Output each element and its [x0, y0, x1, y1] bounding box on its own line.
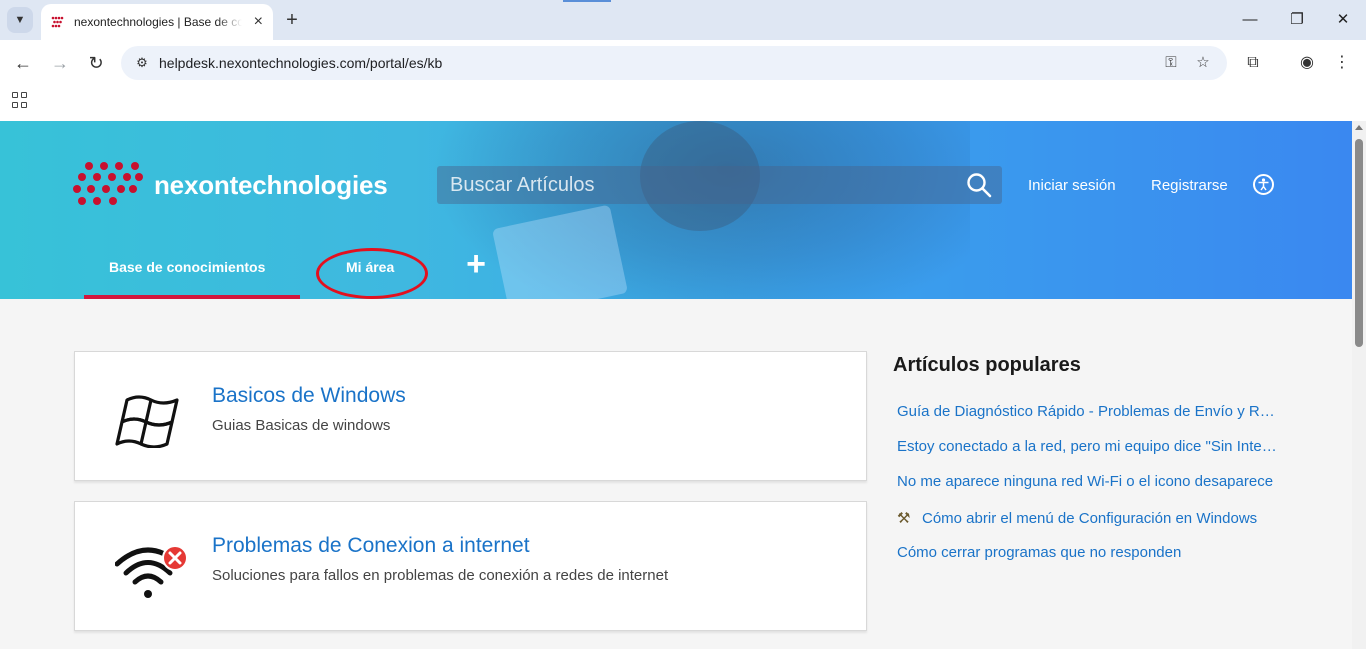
tab-loading-indicator [563, 0, 611, 2]
card-title[interactable]: Problemas de Conexion a internet [212, 534, 530, 558]
tools-icon: ⚒ [897, 510, 911, 527]
minimize-icon[interactable]: — [1238, 8, 1262, 32]
card-title[interactable]: Basicos de Windows [212, 384, 406, 408]
popular-article-link[interactable]: Guía de Diagnóstico Rápido - Problemas d… [897, 403, 1277, 420]
popular-article-link[interactable]: ⚒ Cómo abrir el menú de Configuración en … [897, 509, 1277, 527]
bookmarks-bar [0, 86, 1366, 121]
wifi-error-icon [114, 538, 188, 598]
forward-arrow-icon[interactable]: → [48, 51, 72, 75]
category-card-windows[interactable]: Basicos de Windows Guias Basicas de wind… [74, 351, 867, 481]
site-favicon-icon [51, 15, 65, 29]
scroll-thumb[interactable] [1355, 139, 1363, 347]
search-bar [437, 166, 1002, 204]
search-input[interactable] [437, 173, 947, 197]
site-logo[interactable]: nexontechnologies [73, 160, 388, 210]
card-description: Soluciones para fallos en problemas de c… [212, 567, 669, 584]
tab-knowledge-base[interactable]: Base de conocimientos [109, 259, 265, 275]
tab-search-button[interactable]: ▼ [7, 7, 33, 33]
popular-article-link[interactable]: No me aparece ninguna red Wi-Fi o el ico… [897, 473, 1277, 490]
add-plus-icon[interactable]: + [460, 247, 492, 281]
logo-dots-icon [73, 160, 143, 210]
chevron-down-icon: ▼ [14, 14, 26, 26]
star-icon[interactable]: ☆ [1193, 53, 1213, 73]
popular-article-label: Cómo abrir el menú de Configuración en W… [922, 510, 1258, 527]
browser-tab[interactable]: nexontechnologies | Base de conocimiento… [41, 4, 273, 40]
annotation-highlight-ellipse [316, 248, 428, 299]
hero-banner: nexontechnologies Iniciar sesión Registr… [0, 121, 1352, 299]
restore-icon[interactable]: ❐ [1285, 8, 1309, 32]
register-link[interactable]: Registrarse [1151, 177, 1228, 194]
reload-icon[interactable]: ↻ [84, 51, 108, 75]
popular-article-link[interactable]: Cómo cerrar programas que no responden [897, 544, 1277, 561]
page-viewport: nexontechnologies Iniciar sesión Registr… [0, 121, 1352, 649]
page-scrollbar[interactable] [1352, 121, 1366, 649]
logo-text: nexontechnologies [154, 169, 388, 200]
scroll-up-arrow-icon[interactable] [1355, 125, 1363, 130]
tab-title: nexontechnologies | Base de conocimiento… [74, 15, 242, 29]
accessibility-icon[interactable] [1253, 174, 1274, 195]
profile-icon[interactable]: ◉ [1295, 51, 1319, 75]
new-tab-button[interactable]: + [281, 9, 303, 31]
window-close-icon[interactable]: ✕ [1331, 8, 1355, 32]
address-bar[interactable]: ⚙ helpdesk.nexontechnologies.com/portal/… [121, 46, 1227, 80]
login-link[interactable]: Iniciar sesión [1028, 177, 1116, 194]
apps-grid-icon[interactable] [12, 92, 28, 108]
popular-articles-heading: Artículos populares [893, 354, 1081, 376]
tab-close-icon[interactable]: × [254, 14, 263, 30]
active-tab-underline [84, 295, 300, 299]
card-description: Guias Basicas de windows [212, 417, 391, 434]
url-text: helpdesk.nexontechnologies.com/portal/es… [159, 55, 443, 71]
browser-toolbar: ← → ↻ ⚙ helpdesk.nexontechnologies.com/p… [0, 40, 1366, 86]
popular-article-link[interactable]: Estoy conectado a la red, pero mi equipo… [897, 438, 1277, 455]
menu-kebab-icon[interactable]: ⋮ [1330, 51, 1354, 75]
back-arrow-icon[interactable]: ← [11, 51, 35, 75]
extensions-icon[interactable]: ⧉ [1241, 51, 1265, 75]
windows-logo-icon [115, 388, 185, 449]
category-card-internet[interactable]: Problemas de Conexion a internet Solucio… [74, 501, 867, 631]
key-icon[interactable]: ⚿ [1161, 53, 1181, 73]
browser-tabstrip: ▼ nexontechnologies | Base de conocimien… [0, 0, 1366, 40]
search-icon[interactable] [966, 172, 992, 198]
site-settings-icon[interactable]: ⚙ [127, 55, 157, 71]
